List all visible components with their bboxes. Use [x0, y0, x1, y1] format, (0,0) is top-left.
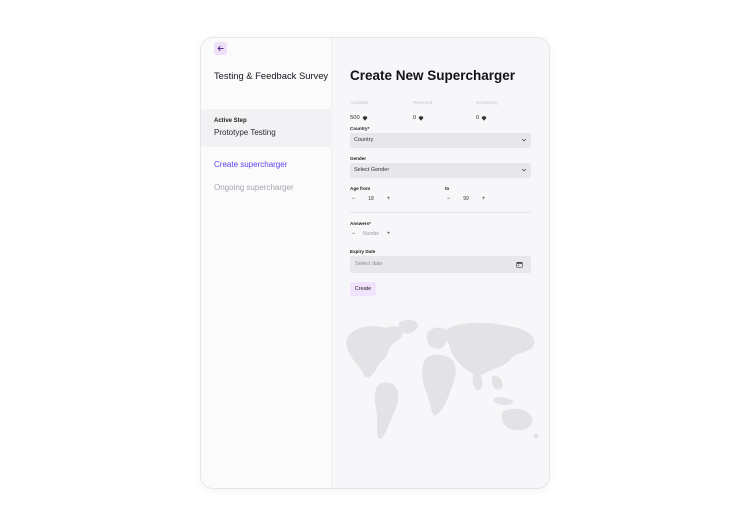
page-title: Create New Supercharger [350, 68, 516, 83]
increment-button[interactable]: + [385, 196, 392, 203]
decrement-button[interactable]: − [350, 231, 357, 238]
gem-icon [481, 115, 487, 121]
stats-row: Available 500 Reserved 0 Remaining 0 [350, 100, 530, 121]
expiry-date-input[interactable]: Select date [350, 256, 531, 273]
chevron-down-icon [521, 138, 527, 142]
age-to-label: to [445, 186, 450, 191]
gem-icon [362, 115, 368, 121]
nav-ongoing-supercharger[interactable]: Ongoing supercharger [214, 183, 294, 192]
country-select-value: Country [354, 137, 374, 143]
age-from-value[interactable]: 18 [357, 196, 385, 202]
increment-button[interactable]: + [480, 196, 487, 203]
divider [350, 212, 531, 213]
increment-button[interactable]: + [385, 231, 392, 238]
gender-select-value: Select Gender [354, 167, 390, 173]
gender-select[interactable]: Select Gender [350, 163, 531, 178]
stat-value: 0 [413, 115, 417, 121]
stat-label: Remaining [476, 100, 498, 105]
expiry-date-label: Expiry Date [350, 249, 376, 254]
back-button[interactable] [214, 42, 227, 55]
gem-icon [418, 115, 424, 121]
stat-reserved: Reserved 0 [413, 100, 432, 124]
main-panel: Create New Supercharger Available 500 Re… [332, 38, 549, 488]
gender-label: Gender [350, 156, 367, 161]
expiry-date-placeholder: Select date [355, 261, 383, 267]
decrement-button[interactable]: − [445, 196, 452, 203]
active-step-value: Prototype Testing [214, 128, 276, 137]
answers-input[interactable]: Numbe [357, 231, 385, 237]
stat-label: Available [350, 100, 369, 105]
decrement-button[interactable]: − [350, 196, 357, 203]
country-label: Country* [350, 126, 370, 131]
arrow-left-icon [217, 45, 224, 52]
age-to-stepper: − 99 + [445, 194, 487, 204]
country-select[interactable]: Country [350, 133, 531, 148]
answers-label: Answers* [350, 221, 371, 226]
survey-title: Testing & Feedback Survey [214, 70, 329, 81]
create-button[interactable]: Create [350, 282, 376, 296]
stat-remaining: Remaining 0 [476, 100, 498, 124]
stat-value: 0 [476, 115, 480, 121]
app-window: Testing & Feedback Survey Active Step Pr… [201, 38, 549, 488]
stat-label: Reserved [413, 100, 433, 105]
stat-value: 500 [350, 115, 360, 121]
world-map-image [346, 319, 539, 439]
age-to-value[interactable]: 99 [452, 196, 480, 202]
calendar-icon[interactable] [516, 261, 523, 268]
age-from-stepper: − 18 + [350, 194, 392, 204]
stat-available: Available 500 [350, 100, 368, 124]
answers-stepper: − Numbe + [350, 229, 392, 239]
active-step-panel: Active Step Prototype Testing [201, 109, 332, 147]
nav-create-supercharger[interactable]: Create supercharger [214, 160, 287, 169]
age-from-label: Age from [350, 186, 371, 191]
sidebar: Testing & Feedback Survey Active Step Pr… [201, 38, 332, 488]
active-step-label: Active Step [214, 118, 247, 124]
chevron-down-icon [521, 168, 527, 172]
